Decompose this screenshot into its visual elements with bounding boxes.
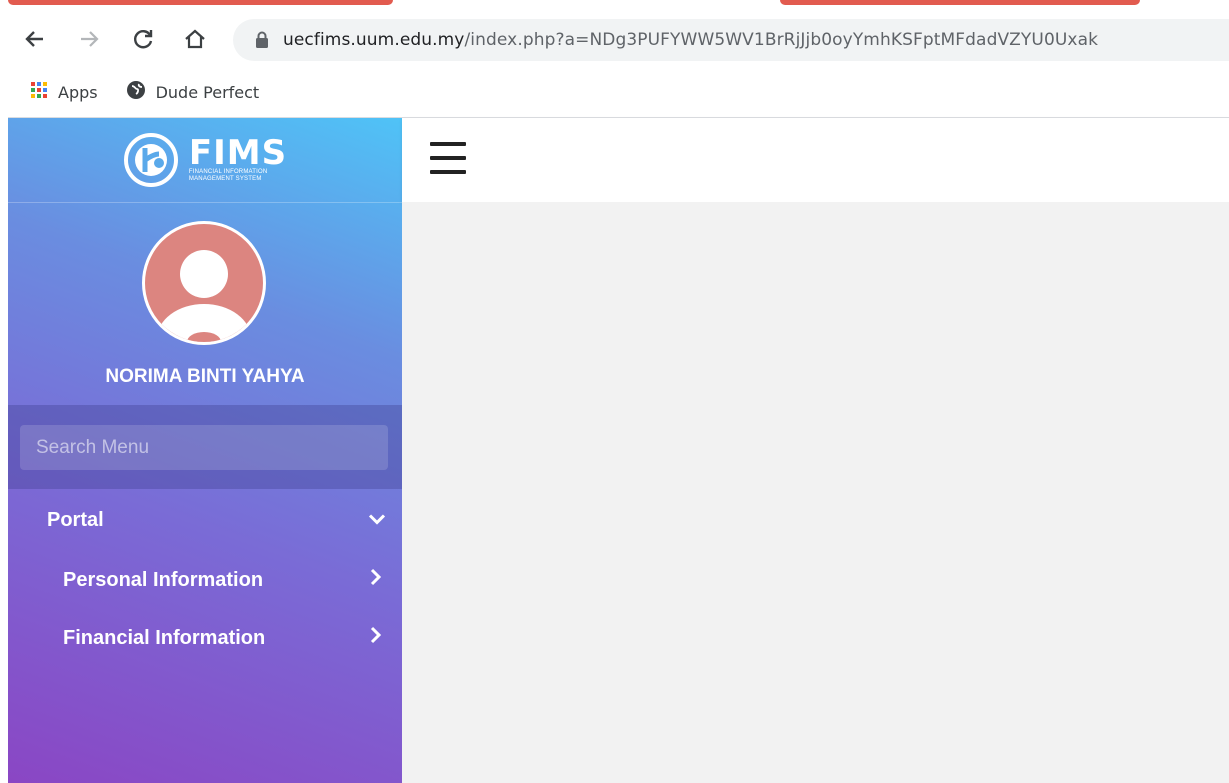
reload-icon[interactable] [130,26,156,52]
fims-logo: FIMS FINANCIAL INFORMATION MANAGEMENT SY… [123,132,287,188]
sidebar-item-financial-information[interactable]: Financial Information [8,609,402,667]
lock-icon [255,31,269,49]
url-text[interactable]: uecfims.uum.edu.my/index.php?a=NDg3PUFYW… [283,30,1098,50]
globe-icon [126,80,146,104]
sidebar-item-portal[interactable]: Portal [8,489,402,551]
bookmark-label: Apps [58,82,98,102]
sidebar-item-label: Financial Information [63,626,266,649]
chevron-down-icon [368,509,386,532]
bookmark-apps[interactable]: Apps [30,81,98,103]
url-domain: uecfims.uum.edu.my [283,30,465,50]
avatar-collar [187,332,221,342]
browser-toolbar: uecfims.uum.edu.my/index.php?a=NDg3PUFYW… [8,5,1229,67]
sidebar-item-label: Portal [47,508,104,531]
sidebar-item-label: Personal Information [63,568,264,591]
chevron-right-icon [370,626,382,650]
bookmark-dude-perfect[interactable]: Dude Perfect [126,80,260,104]
brand-header[interactable]: FIMS FINANCIAL INFORMATION MANAGEMENT SY… [8,118,402,203]
user-profile: NORIMA BINTI YAHYA [8,203,402,405]
avatar-head [180,250,228,298]
bookmarks-bar: Apps Dude Perfect [8,67,1229,118]
hamburger-icon[interactable] [430,142,466,174]
home-icon[interactable] [182,26,208,52]
user-name: NORIMA BINTI YAHYA [105,366,305,387]
search-menu-section [8,405,402,489]
search-menu-input[interactable] [20,425,388,470]
back-arrow-icon[interactable] [22,26,48,52]
sidebar: FIMS FINANCIAL INFORMATION MANAGEMENT SY… [8,118,402,783]
avatar[interactable] [142,221,266,345]
url-path: /index.php?a=NDg3PUFYWW5WV1BrRjJjb0oyYmh… [464,30,1099,50]
sidebar-item-personal-information[interactable]: Personal Information [8,551,402,609]
address-bar[interactable]: uecfims.uum.edu.my/index.php?a=NDg3PUFYW… [233,19,1229,61]
fims-emblem-icon [123,133,178,187]
brand-subtitle-2: MANAGEMENT SYSTEM [188,176,262,182]
chevron-right-icon [370,568,382,592]
apps-grid-icon [30,81,48,103]
bookmark-label: Dude Perfect [155,82,260,102]
app-topbar [402,118,1229,202]
brand-name: FIMS [188,133,288,173]
sidebar-menu: Portal Personal Information Financial In… [8,489,402,667]
main-content [402,202,1229,783]
forward-arrow-icon[interactable] [76,26,102,52]
